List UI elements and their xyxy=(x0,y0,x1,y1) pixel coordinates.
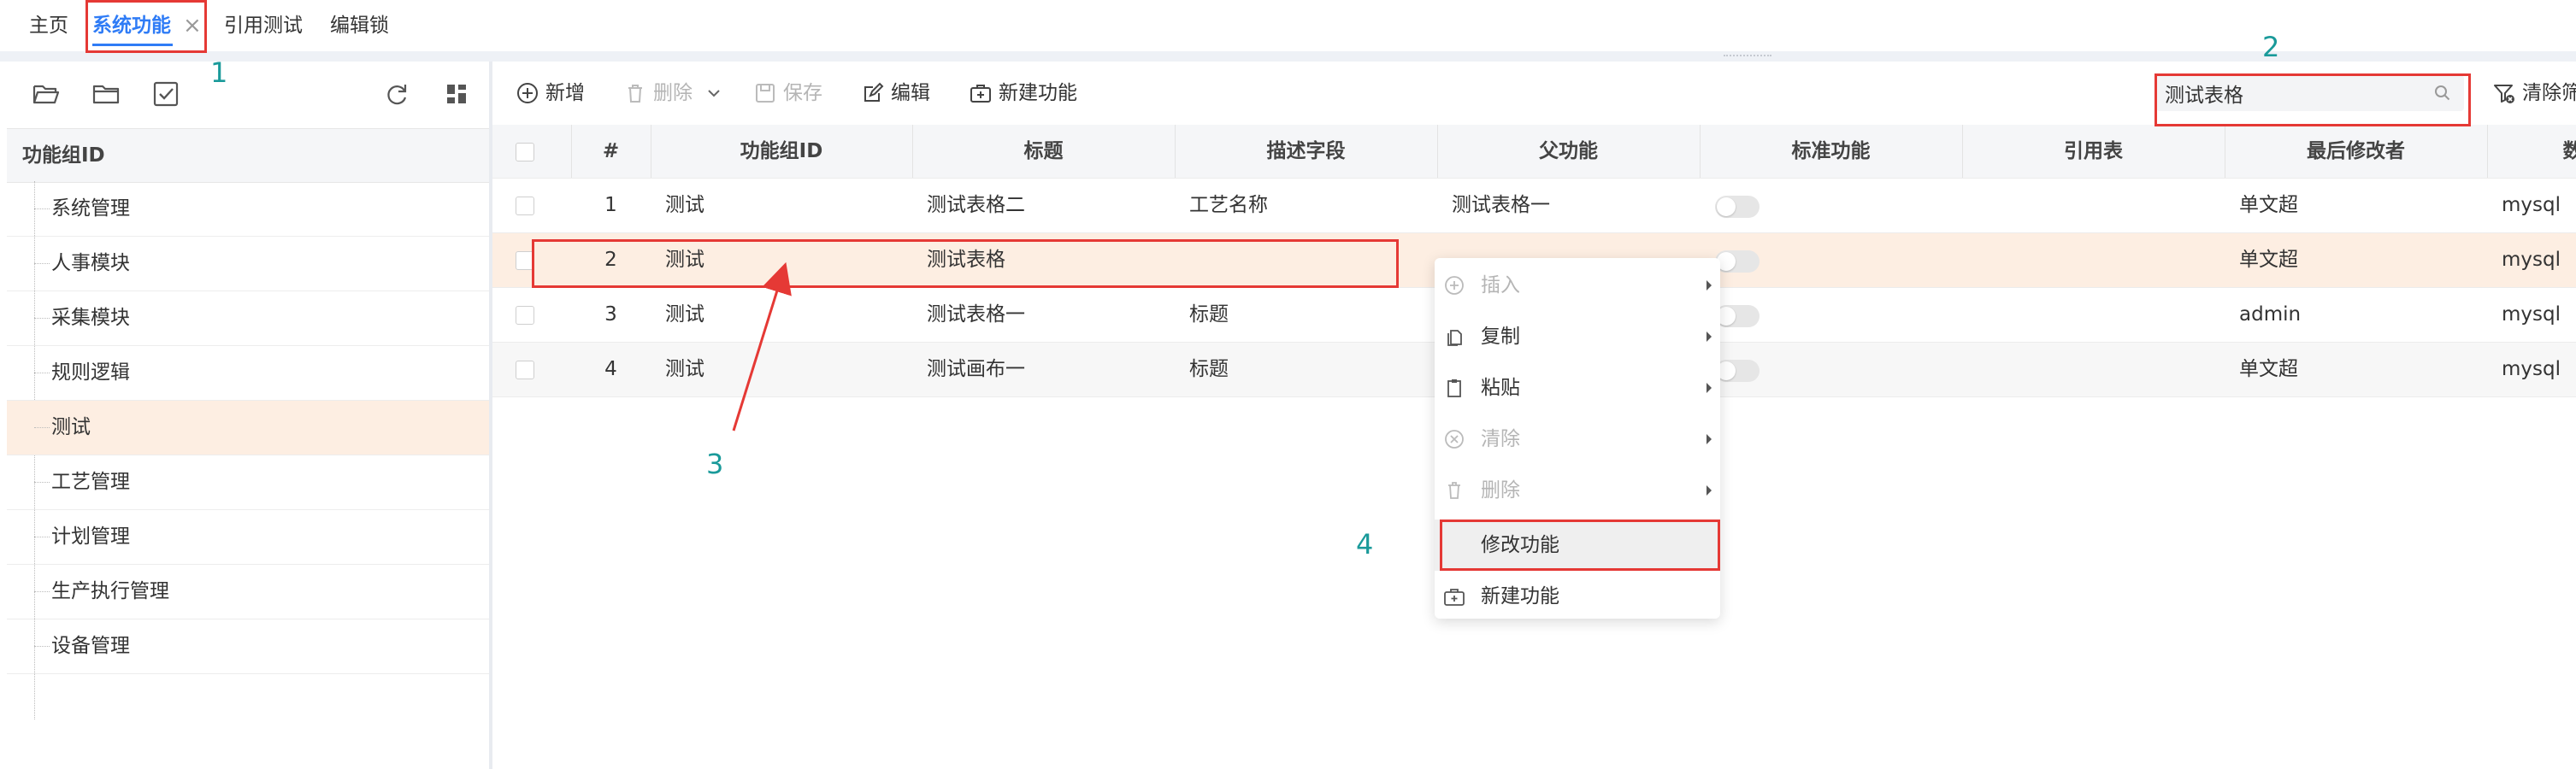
annotation-arrow-3 xyxy=(732,261,792,431)
